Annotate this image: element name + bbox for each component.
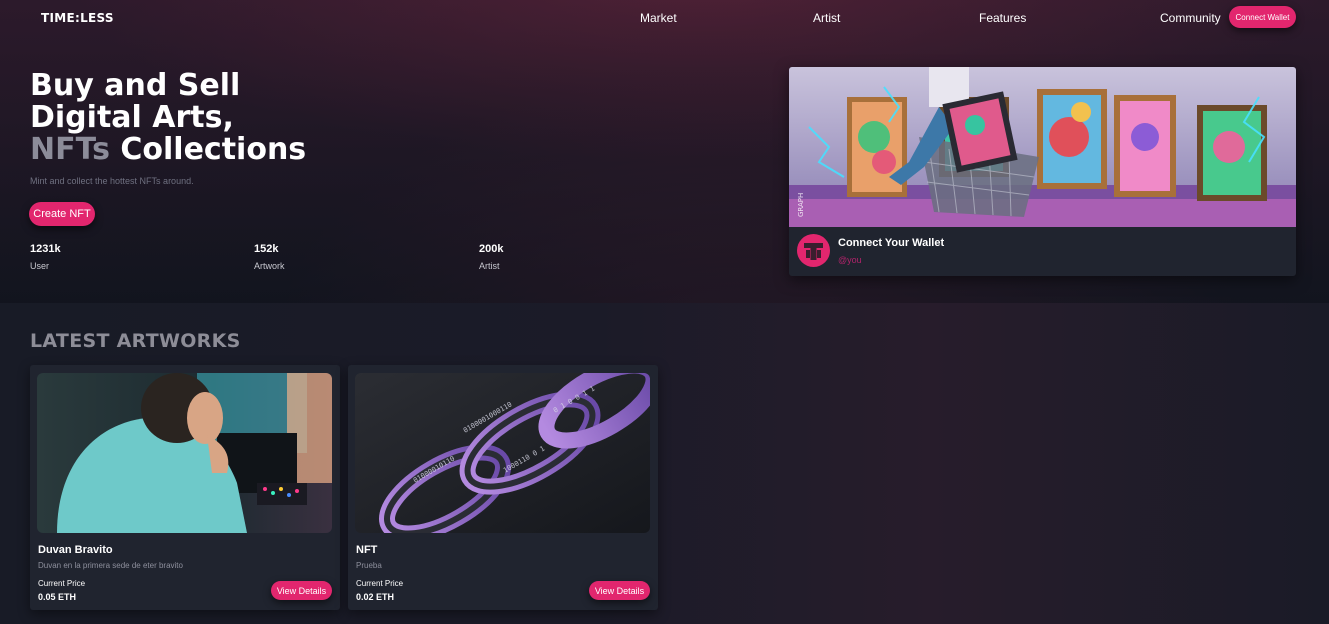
wallet-avatar — [797, 234, 830, 267]
price-value: 0.02 ETH — [356, 592, 395, 602]
stat-artwork: 152k Artwork — [254, 243, 285, 271]
artwork-card[interactable]: 0100001000110 01000010110 1000110 0 1 0 … — [348, 365, 658, 610]
latest-artworks-heading: LATEST ARTWORKS — [30, 330, 241, 352]
stat-value: 152k — [254, 243, 279, 255]
stat-value: 1231k — [30, 243, 61, 255]
feature-card[interactable]: GRAPH Connect Your Wallet @you — [789, 67, 1296, 276]
price-label: Current Price — [38, 579, 86, 588]
hero-title-line2: Digital Arts, — [30, 100, 234, 135]
gamer-photo — [37, 373, 332, 533]
price-value: 0.05 ETH — [38, 592, 77, 602]
artwork-image: 0100001000110 01000010110 1000110 0 1 0 … — [355, 373, 650, 533]
artwork-title: Duvan Bravito — [38, 544, 113, 556]
hero-title-dim: NFTs — [30, 132, 110, 167]
artwork-image — [37, 373, 332, 533]
artwork-description: Duvan en la primera sede de eter bravito — [38, 561, 183, 570]
hero-title-line1: Buy and Sell — [30, 68, 241, 103]
stat-artist: 200k Artist — [479, 243, 503, 271]
feature-title: Connect Your Wallet — [838, 237, 945, 249]
timeless-logo-icon — [804, 243, 823, 260]
nav-features[interactable]: Features — [979, 11, 1026, 25]
stat-value: 200k — [479, 243, 504, 255]
hero-title-rest: Collections — [109, 132, 307, 167]
artwork-description: Prueba — [356, 561, 382, 570]
blockchain-chain-image: 0100001000110 01000010110 1000110 0 1 0 … — [355, 373, 650, 533]
connect-wallet-button[interactable]: Connect Wallet — [1229, 6, 1296, 28]
price-label: Current Price — [356, 579, 404, 588]
stat-users: 1231k User — [30, 243, 61, 271]
stat-label: Artist — [479, 261, 500, 271]
artwork-title: NFT — [356, 544, 378, 556]
stat-label: Artwork — [254, 261, 285, 271]
keyboard-lights — [257, 483, 307, 505]
nav-community[interactable]: Community — [1160, 11, 1221, 25]
nav-market[interactable]: Market — [640, 11, 677, 25]
hero-title: Buy and Sell Digital Arts, NFTs Collecti… — [30, 70, 360, 166]
view-details-button[interactable]: View Details — [271, 581, 332, 600]
stat-label: User — [30, 261, 50, 271]
nav-artist[interactable]: Artist — [813, 11, 840, 25]
svg-text:GRAPH: GRAPH — [797, 193, 805, 217]
artwork-card[interactable]: Duvan Bravito Duvan en la primera sede d… — [30, 365, 340, 610]
hero-subtitle: Mint and collect the hottest NFTs around… — [30, 176, 194, 186]
view-details-button[interactable]: View Details — [589, 581, 650, 600]
brand-logo[interactable]: TIME:LESS — [41, 11, 114, 25]
feature-handle: @you — [838, 255, 862, 265]
create-nft-button[interactable]: Create NFT — [29, 202, 95, 226]
feature-illustration: GRAPH — [789, 67, 1296, 227]
